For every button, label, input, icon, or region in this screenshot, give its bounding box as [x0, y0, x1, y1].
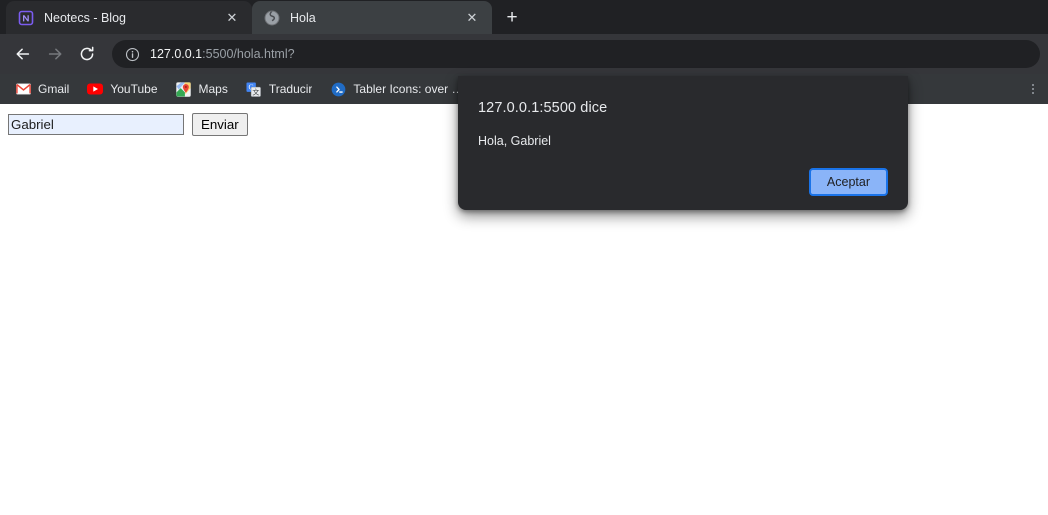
url-path: :5500/hola.html?: [202, 47, 295, 61]
reload-icon: [80, 46, 94, 61]
dialog-message: Hola, Gabriel: [478, 134, 551, 148]
browser-window: Neotecs - Blog ✕ Hola ✕ + 127.0.0.1:5500…: [0, 0, 1048, 515]
dialog-actions: Aceptar: [478, 168, 888, 196]
bookmarks-overflow-button[interactable]: [1024, 80, 1042, 98]
reload-button[interactable]: [72, 39, 102, 69]
tab-neotecs-blog[interactable]: Neotecs - Blog ✕: [6, 1, 252, 34]
gmail-icon: [15, 81, 31, 97]
google-maps-icon: [176, 81, 192, 97]
globe-icon: [264, 10, 280, 26]
bookmark-label: Maps: [198, 82, 228, 96]
tab-hola[interactable]: Hola ✕: [252, 1, 492, 34]
bookmark-label: YouTube: [110, 82, 158, 96]
send-button[interactable]: Enviar: [192, 113, 248, 136]
arrow-left-icon: [16, 48, 30, 60]
dialog-title: 127.0.0.1:5500 dice: [478, 100, 608, 116]
tabler-icon: [330, 81, 346, 97]
accept-button[interactable]: Aceptar: [808, 168, 888, 196]
google-translate-icon: G 文: [246, 81, 262, 97]
bookmark-traducir[interactable]: G 文 Traducir: [239, 77, 320, 101]
new-tab-button[interactable]: +: [498, 3, 526, 31]
tab-title: Hola: [290, 10, 316, 25]
bookmark-label: Gmail: [38, 82, 70, 96]
navigation-toolbar: 127.0.0.1:5500/hola.html?: [0, 34, 1048, 74]
bookmark-maps[interactable]: Maps: [169, 77, 235, 101]
notion-icon: [18, 10, 34, 26]
url-text: 127.0.0.1:5500/hola.html?: [150, 47, 295, 61]
arrow-right-icon: [48, 48, 62, 60]
bookmark-gmail[interactable]: Gmail: [8, 77, 76, 101]
dot: [1032, 92, 1034, 94]
forward-button[interactable]: [40, 39, 70, 69]
bookmark-label: Traducir: [268, 82, 313, 96]
name-input[interactable]: [8, 114, 184, 135]
javascript-alert-dialog: 127.0.0.1:5500 dice Hola, Gabriel Acepta…: [458, 76, 908, 210]
dot: [1032, 84, 1034, 86]
dot: [1032, 88, 1034, 90]
bookmark-youtube[interactable]: YouTube: [80, 77, 164, 101]
close-icon[interactable]: ✕: [462, 8, 482, 28]
back-button[interactable]: [8, 39, 38, 69]
tab-title: Neotecs - Blog: [44, 10, 126, 25]
svg-text:文: 文: [253, 87, 260, 96]
bookmark-tabler-icons[interactable]: Tabler Icons: over 4...: [323, 77, 473, 101]
youtube-icon: [87, 81, 104, 97]
url-host: 127.0.0.1: [150, 47, 203, 61]
bookmark-label: Tabler Icons: over 4...: [353, 82, 467, 96]
tab-strip: Neotecs - Blog ✕ Hola ✕ +: [0, 0, 1048, 34]
info-circle-icon[interactable]: [124, 46, 140, 62]
address-bar[interactable]: 127.0.0.1:5500/hola.html?: [112, 40, 1040, 68]
close-icon[interactable]: ✕: [222, 8, 242, 28]
